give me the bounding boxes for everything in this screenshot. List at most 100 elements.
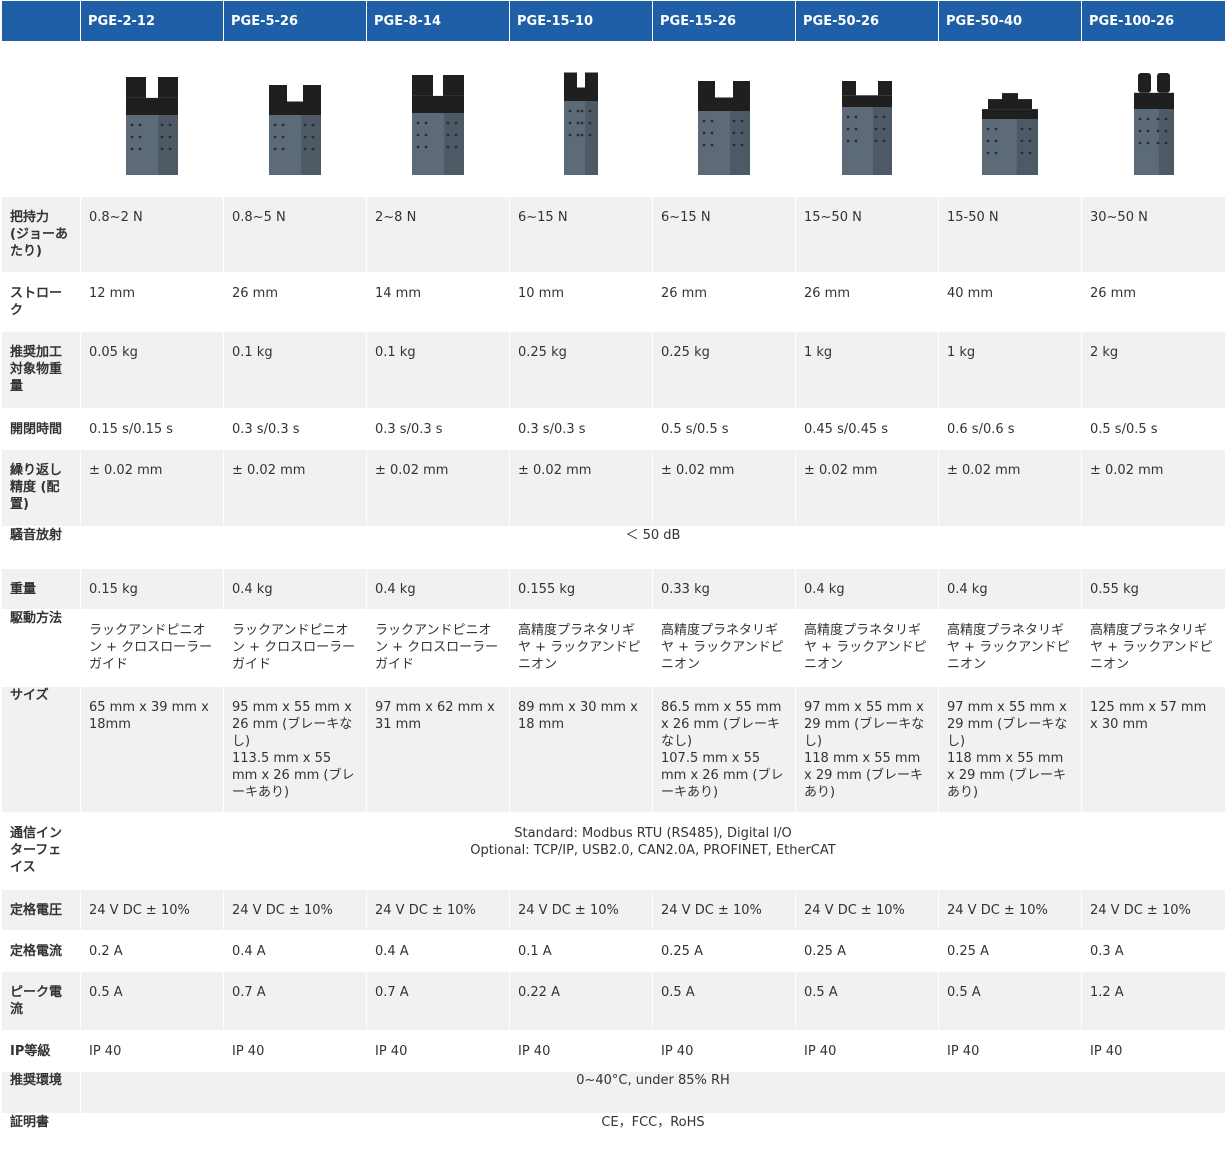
table-cell: ± 0.02 mm [223,449,367,527]
table-cell: IP 40 [1081,1030,1226,1072]
table-cell: 2 kg [1081,331,1226,409]
product-image [1081,41,1226,197]
table-cell: 97 mm x 62 mm x 31 mm [366,686,510,813]
spec-row-stroke: ストローク 12 mm 26 mm 14 mm 10 mm 26 mm 26 m… [1,272,1226,332]
product-image [795,41,939,197]
table-cell: 0.25 A [652,930,796,972]
table-cell: IP 40 [509,1030,653,1072]
table-cell: 15-50 N [938,196,1082,273]
table-cell: 0.5 A [652,971,796,1031]
model-header: PGE-100-26 [1081,0,1226,42]
cell-line: Standard: Modbus RTU (RS485), Digital I/… [514,826,792,841]
table-cell: 97 mm x 55 mm x 29 mm (ブレーキなし) 118 mm x 5… [938,686,1082,813]
cell-line: 118 mm x 55 mm x 29 mm (ブレーキあり) [804,751,924,800]
header-row: PGE-2-12 PGE-5-26 PGE-8-14 PGE-15-10 PGE… [1,0,1226,42]
cell-line: 97 mm x 55 mm x 29 mm (ブレーキなし) [947,700,1068,749]
table-cell: ± 0.02 mm [80,449,224,527]
spec-row-open-close-time: 開閉時間 0.15 s/0.15 s 0.3 s/0.3 s 0.3 s/0.3… [1,408,1226,450]
table-cell: 高精度プラネタリギヤ + ラックアンドピニオン [509,609,653,687]
table-cell: 24 V DC ± 10% [938,889,1082,931]
gripper-icon [225,59,366,179]
gripper-icon [511,59,652,179]
table-cell: 89 mm x 30 mm x 18 mm [509,686,653,813]
table-cell: IP 40 [938,1030,1082,1072]
product-image [80,41,224,197]
table-cell: 0.7 A [366,971,510,1031]
spec-row-rated-current: 定格電流 0.2 A 0.4 A 0.4 A 0.1 A 0.25 A 0.25… [1,930,1226,972]
cell-line: 65 mm x 39 mm x 18mm [89,700,209,732]
table-cell: 26 mm [652,272,796,332]
gripper-icon [368,59,509,179]
cell-line: 118 mm x 55 mm x 29 mm (ブレーキあり) [947,751,1067,800]
product-image [652,41,796,197]
row-label: 重量 [1,568,81,610]
spec-row-communication: 通信インターフェイス Standard: Modbus RTU (RS485),… [1,812,1226,890]
table-cell: 26 mm [223,272,367,332]
table-cell: 24 V DC ± 10% [366,889,510,931]
spec-row-certification: 証明書 CE，FCC，RoHS [1,1113,1226,1156]
table-cell: 0.1 kg [366,331,510,409]
row-label: 定格電流 [1,930,81,972]
table-cell: 0.5 A [938,971,1082,1031]
model-header: PGE-2-12 [80,0,224,42]
table-cell: 0.3 s/0.3 s [223,408,367,450]
table-cell: IP 40 [223,1030,367,1072]
table-cell: 0.5 A [80,971,224,1031]
table-cell: 26 mm [795,272,939,332]
table-cell: 0.4 kg [938,568,1082,610]
cell-line: 86.5 mm x 55 mm x 26 mm (ブレーキなし) [661,700,782,749]
table-cell: IP 40 [795,1030,939,1072]
table-cell: 0.15 s/0.15 s [80,408,224,450]
table-cell: 1 kg [938,331,1082,409]
cell-line: 97 mm x 55 mm x 29 mm (ブレーキなし) [804,700,925,749]
gripper-icon [654,59,795,179]
table-cell: 0.2 A [80,930,224,972]
table-cell: IP 40 [652,1030,796,1072]
table-cell: 12 mm [80,272,224,332]
spec-row-grip-force: 把持力 (ジョーあたり) 0.8~2 N 0.8~5 N 2~8 N 6~15 … [1,196,1226,273]
table-cell: 高精度プラネタリギヤ + ラックアンドピニオン [938,609,1082,687]
table-cell: IP 40 [80,1030,224,1072]
table-cell: 1 kg [795,331,939,409]
table-cell: 0.05 kg [80,331,224,409]
row-label: 把持力 (ジョーあたり) [1,196,81,273]
model-header: PGE-5-26 [223,0,367,42]
table-cell: 15~50 N [795,196,939,273]
table-cell: 0.33 kg [652,568,796,610]
table-cell: ± 0.02 mm [652,449,796,527]
table-cell: 0.4 kg [795,568,939,610]
product-image [223,41,367,197]
header-corner [1,0,81,42]
table-cell: 0.3 s/0.3 s [509,408,653,450]
table-cell: 97 mm x 55 mm x 29 mm (ブレーキなし) 118 mm x 5… [795,686,939,813]
spec-row-repeatability: 繰り返し精度 (配置) ± 0.02 mm ± 0.02 mm ± 0.02 m… [1,449,1226,527]
table-cell: 26 mm [1081,272,1226,332]
spanned-cell: 0~40°C, under 85% RH [80,1071,1226,1114]
table-cell: 24 V DC ± 10% [223,889,367,931]
model-header: PGE-50-26 [795,0,939,42]
table-cell: 6~15 N [509,196,653,273]
table-cell: 0.5 A [795,971,939,1031]
table-cell: 0.45 s/0.45 s [795,408,939,450]
table-cell: 40 mm [938,272,1082,332]
product-image [366,41,510,197]
table-cell: 0.4 kg [366,568,510,610]
table-cell: 0.1 kg [223,331,367,409]
table-cell: 14 mm [366,272,510,332]
cell-line: 113.5 mm x 55 mm x 26 mm (ブレーキあり) [232,751,355,800]
table-cell: ± 0.02 mm [1081,449,1226,527]
row-label: IP等級 [1,1030,81,1072]
row-label: 繰り返し精度 (配置) [1,449,81,527]
table-cell: ラックアンドピニオン + クロスローラーガイド [80,609,224,687]
row-label: 推奨加工対象物重量 [1,331,81,409]
model-header: PGE-15-10 [509,0,653,42]
spanned-cell: Standard: Modbus RTU (RS485), Digital I/… [80,812,1226,890]
row-label: サイズ [1,686,81,813]
table-cell: 高精度プラネタリギヤ + ラックアンドピニオン [795,609,939,687]
table-cell: 0.3 s/0.3 s [366,408,510,450]
row-label: 騒音放射 [1,526,81,569]
gripper-icon [82,59,223,179]
spec-table: PGE-2-12 PGE-5-26 PGE-8-14 PGE-15-10 PGE… [1,0,1226,1156]
table-cell: 高精度プラネタリギヤ + ラックアンドピニオン [652,609,796,687]
table-cell: 0.25 kg [509,331,653,409]
